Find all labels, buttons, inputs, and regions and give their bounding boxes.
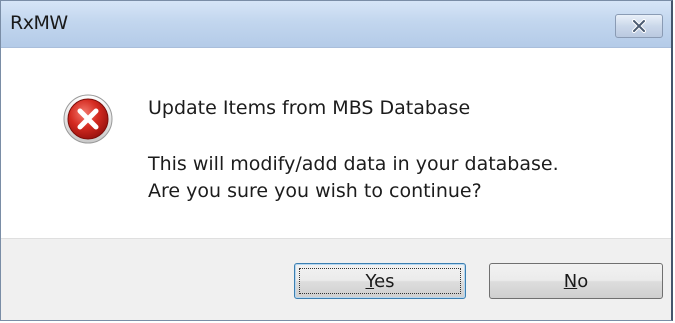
yes-button-label: Yes — [365, 270, 395, 292]
dialog-window: RxMW Update Items from MBS Database This… — [0, 0, 673, 321]
window-title: RxMW — [10, 12, 68, 34]
error-icon — [63, 94, 113, 144]
button-bar: Yes No — [1, 238, 671, 320]
no-button-label: No — [563, 270, 589, 292]
message-body: This will modify/add data in your databa… — [148, 151, 559, 205]
dialog-content: Update Items from MBS Database This will… — [1, 48, 671, 238]
message-line-2: Are you sure you wish to continue? — [148, 180, 482, 202]
yes-button[interactable]: Yes — [294, 263, 466, 299]
close-button[interactable] — [615, 14, 663, 38]
close-icon — [632, 19, 646, 33]
no-button[interactable]: No — [489, 263, 663, 299]
message-title: Update Items from MBS Database — [148, 97, 471, 119]
title-bar[interactable]: RxMW — [1, 1, 671, 48]
message-line-1: This will modify/add data in your databa… — [148, 153, 559, 175]
